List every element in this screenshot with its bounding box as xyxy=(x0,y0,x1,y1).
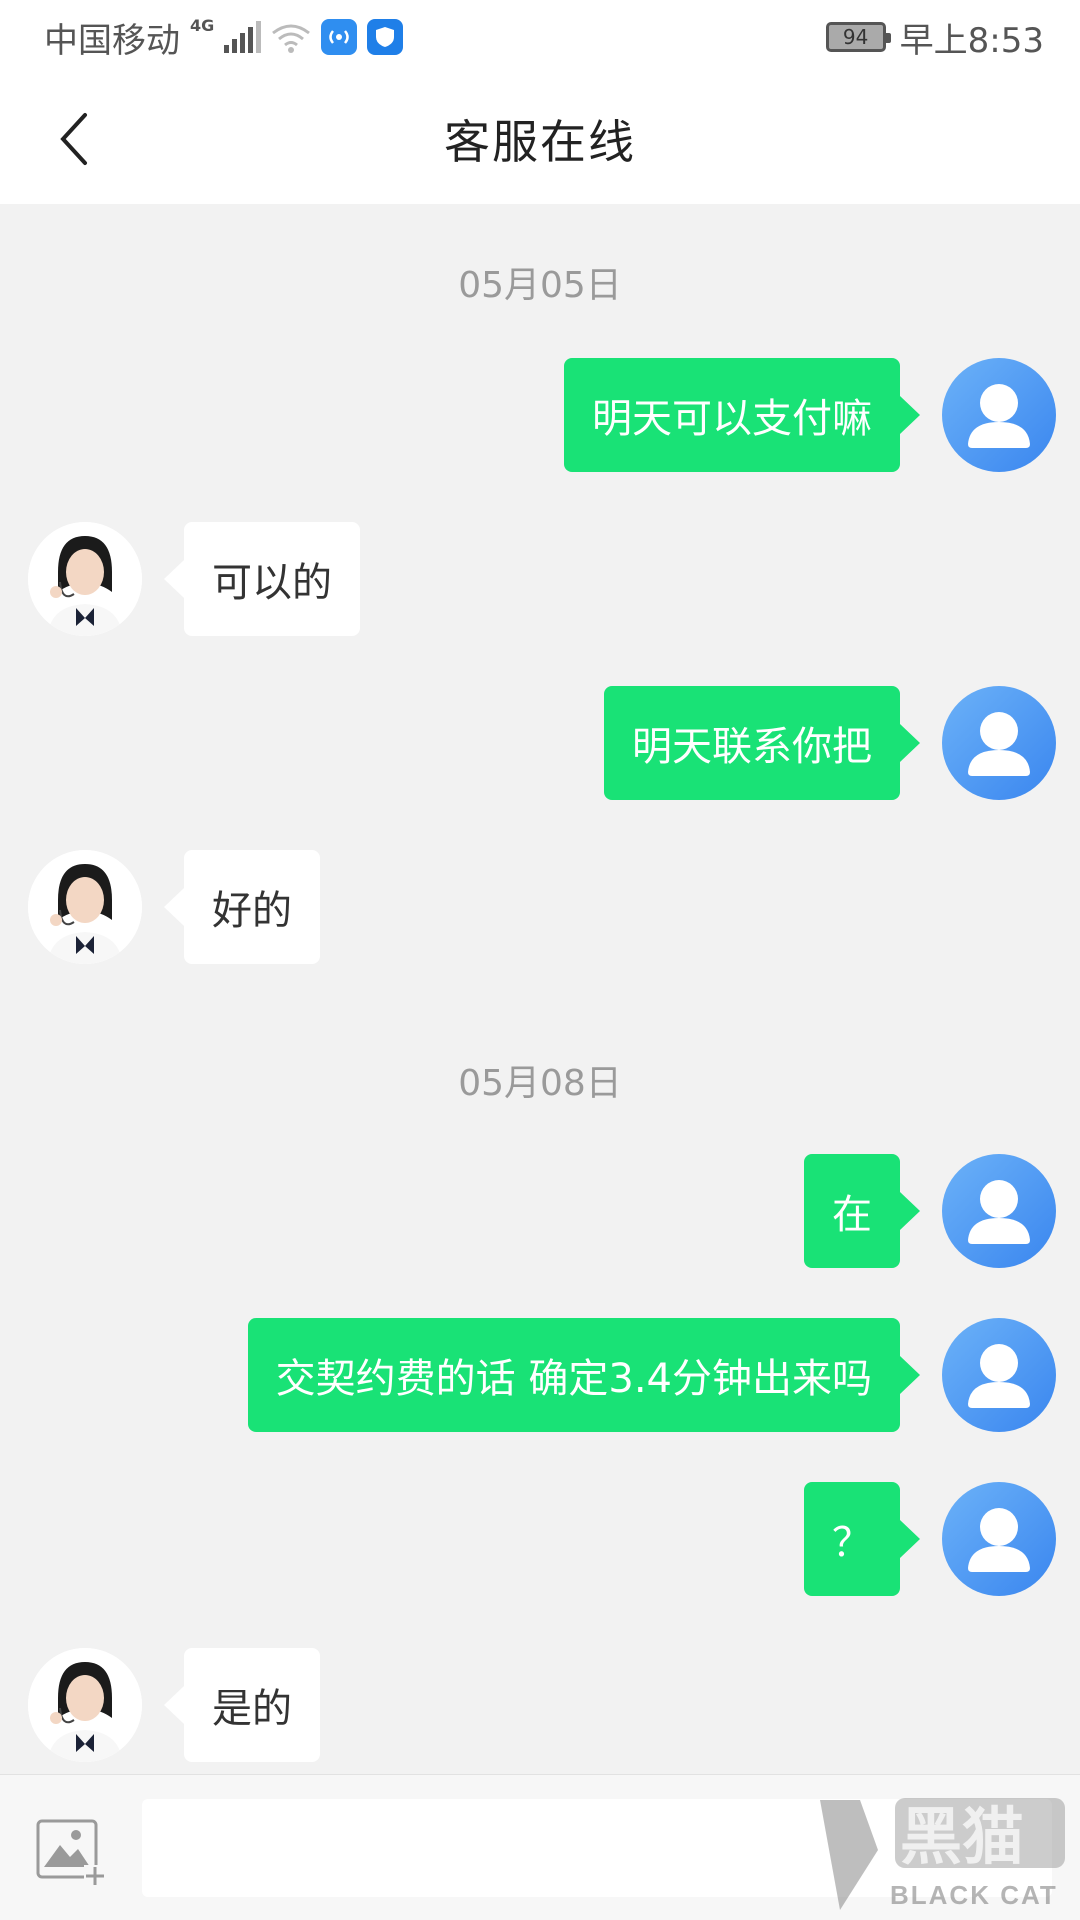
shield-icon xyxy=(367,19,404,55)
signal-icon xyxy=(224,21,262,53)
user-silhouette-icon xyxy=(968,712,1030,776)
message-bubble-incoming[interactable]: 可以的 xyxy=(164,522,360,636)
message-bubble-outgoing[interactable]: ？ xyxy=(804,1482,920,1596)
message-bubble-outgoing[interactable]: 交契约费的话 确定3.4分钟出来吗 xyxy=(247,1318,921,1432)
battery-icon: 94 xyxy=(825,22,891,52)
agent-avatar[interactable] xyxy=(28,1648,142,1762)
message-input[interactable] xyxy=(142,1799,1052,1897)
status-right: 94 早上8:53 xyxy=(825,13,1044,62)
message-text: ？ xyxy=(832,1520,872,1566)
user-avatar[interactable] xyxy=(942,358,1056,472)
agent-photo-icon xyxy=(28,522,142,636)
battery-level: 94 xyxy=(842,25,869,49)
user-silhouette-icon xyxy=(968,1344,1030,1408)
carrier-label: 中国移动 xyxy=(44,20,180,61)
hotspot-icon xyxy=(321,19,358,55)
user-silhouette-icon xyxy=(968,1508,1030,1572)
network-type: 4G xyxy=(190,15,215,35)
message-bubble-outgoing[interactable]: 在 xyxy=(804,1154,920,1268)
add-image-icon xyxy=(36,1819,106,1887)
status-left: 中国移动 4G xyxy=(44,13,404,62)
date-separator: 05月05日 xyxy=(458,265,622,306)
user-avatar[interactable] xyxy=(942,1154,1056,1268)
wifi-icon xyxy=(271,22,311,53)
agent-photo-icon xyxy=(28,1648,142,1762)
page-title: 客服在线 xyxy=(444,115,636,169)
date-separator: 05月08日 xyxy=(458,1063,622,1104)
chat-area[interactable]: 05月05日 明天可以支付嘛 可以的 明天联系你把 好的 05月08日 在 交契… xyxy=(0,204,1080,1774)
clock: 早上8:53 xyxy=(899,20,1044,61)
message-text: 明天联系你把 xyxy=(632,724,872,770)
chevron-left-icon xyxy=(60,113,87,165)
message-text: 是的 xyxy=(212,1686,292,1732)
message-text: 交契约费的话 确定3.4分钟出来吗 xyxy=(275,1356,872,1402)
app-header: 客服在线 xyxy=(0,74,1080,204)
agent-avatar[interactable] xyxy=(28,522,142,636)
user-avatar[interactable] xyxy=(942,1318,1056,1432)
message-bubble-incoming[interactable]: 好的 xyxy=(164,850,320,964)
user-avatar[interactable] xyxy=(942,1482,1056,1596)
message-text: 可以的 xyxy=(212,560,332,606)
message-bubble-outgoing[interactable]: 明天联系你把 xyxy=(604,686,920,800)
user-silhouette-icon xyxy=(968,1180,1030,1244)
message-text: 好的 xyxy=(212,888,292,934)
image-upload-button[interactable] xyxy=(34,1815,106,1887)
input-bar xyxy=(0,1774,1080,1920)
back-button[interactable] xyxy=(40,104,110,174)
message-bubble-outgoing[interactable]: 明天可以支付嘛 xyxy=(564,358,920,472)
agent-photo-icon xyxy=(28,850,142,964)
message-text: 明天可以支付嘛 xyxy=(592,396,872,442)
message-bubble-incoming[interactable]: 是的 xyxy=(164,1648,320,1762)
user-silhouette-icon xyxy=(968,384,1030,448)
agent-avatar[interactable] xyxy=(28,850,142,964)
status-bar: 中国移动 4G 94 早上8:53 xyxy=(0,0,1080,74)
message-text: 在 xyxy=(832,1192,872,1238)
user-avatar[interactable] xyxy=(942,686,1056,800)
